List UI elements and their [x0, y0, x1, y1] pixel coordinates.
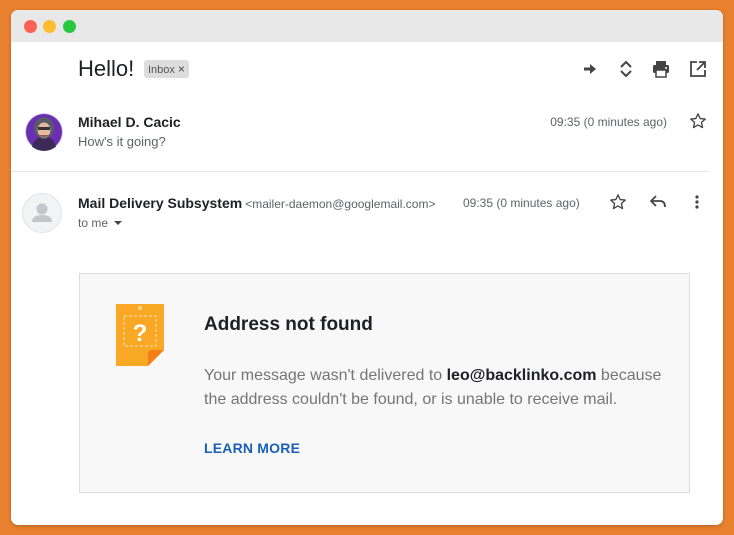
message2-sender-address: <mailer-daemon@googlemail.com> — [245, 197, 436, 211]
message1-sender[interactable]: Mihael D. Cacic — [78, 114, 181, 130]
window-titlebar — [11, 10, 723, 42]
message-divider — [11, 171, 708, 172]
close-window-button[interactable] — [24, 20, 37, 33]
bounce-title: Address not found — [204, 314, 373, 335]
message2-sender-line: Mail Delivery Subsystem <mailer-daemon@go… — [78, 195, 435, 211]
print-icon[interactable] — [652, 60, 670, 78]
expand-collapse-icon[interactable] — [618, 59, 634, 79]
learn-more-link[interactable]: LEARN MORE — [204, 440, 300, 456]
message2-sender[interactable]: Mail Delivery Subsystem — [78, 195, 242, 211]
minimize-window-button[interactable] — [43, 20, 56, 33]
more-options-icon[interactable] — [694, 194, 700, 210]
reply-icon[interactable] — [649, 194, 667, 210]
star-icon[interactable] — [609, 193, 627, 211]
message1-time: 09:35 (0 minutes ago) — [550, 115, 667, 129]
bounce-message: Your message wasn't delivered to leo@bac… — [204, 364, 674, 412]
bounced-address: leo@backlinko.com — [446, 367, 597, 384]
message2-time: 09:35 (0 minutes ago) — [463, 196, 580, 210]
caret-down-icon[interactable] — [114, 221, 123, 225]
question-mark-glyph: ? — [133, 320, 148, 347]
star-icon[interactable] — [689, 112, 707, 130]
recipient-details-toggle[interactable]: to me — [78, 216, 123, 230]
open-in-new-window-icon[interactable] — [689, 60, 707, 78]
zoom-window-button[interactable] — [63, 20, 76, 33]
bounce-text-before: Your message wasn't delivered to — [204, 367, 447, 384]
delivery-failure-card: ? Address not found Your message wasn't … — [79, 273, 690, 493]
sender-avatar-default[interactable] — [22, 193, 62, 233]
message1-snippet[interactable]: How's it going? — [78, 134, 166, 149]
mail-window: Hello! Inbox × Mihael D. Cacic How's it … — [11, 10, 723, 525]
question-note-icon: ? — [116, 304, 166, 366]
sender-avatar-photo[interactable] — [25, 113, 63, 151]
label-chip-text: Inbox — [148, 64, 175, 76]
inbox-label-chip[interactable]: Inbox × — [144, 60, 189, 78]
forward-arrow-icon[interactable] — [582, 61, 598, 77]
recipient-text: to me — [78, 216, 109, 230]
thread-subject: Hello! — [78, 56, 135, 81]
remove-label-icon[interactable]: × — [178, 62, 185, 76]
